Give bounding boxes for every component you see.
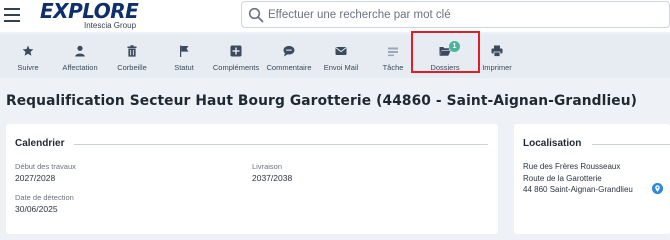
search-icon[interactable] (248, 7, 264, 23)
plus-square-icon (230, 45, 242, 57)
calendar-card: Calendrier Début des travaux 2027/2028 L… (6, 124, 498, 234)
assignment-button[interactable]: Affectation (56, 34, 104, 78)
delivery-value: 2037/2038 (252, 173, 293, 183)
trash-button[interactable]: Corbeille (111, 34, 153, 78)
action-toolbar: Suivre Affectation Corbeille Statut Comp… (0, 34, 670, 78)
status-button[interactable]: Statut (166, 34, 202, 78)
follow-button[interactable]: Suivre (10, 34, 46, 78)
folders-highlight-box (411, 31, 480, 73)
page-title: Requalification Secteur Haut Bourg Garot… (6, 93, 638, 109)
star-icon (22, 45, 34, 56)
comment-button[interactable]: Commentaire (264, 34, 314, 78)
trash-label: Corbeille (117, 63, 147, 72)
hamburger-menu-icon[interactable] (4, 8, 20, 22)
flag-icon (180, 45, 189, 57)
logo[interactable]: EXPLORE Intescia Group (38, 0, 154, 31)
print-label: Imprimer (482, 63, 512, 72)
calendar-heading: Calendrier (15, 138, 65, 149)
search-input[interactable] (268, 6, 658, 24)
location-divider (592, 144, 670, 145)
location-card: Localisation Rue des Frères Rousseaux Ro… (514, 124, 670, 234)
detection-date-value: 30/06/2025 (15, 204, 58, 214)
envelope-icon (335, 47, 347, 55)
location-heading: Localisation (523, 138, 582, 149)
start-date-value: 2027/2028 (15, 173, 56, 183)
address-line-2: Route de la Garotterie (523, 174, 602, 183)
detection-date-label: Date de détection (15, 193, 74, 202)
print-button[interactable]: Imprimer (478, 34, 516, 78)
address-line-1: Rue des Frères Rousseaux (523, 162, 621, 171)
printer-icon (491, 45, 503, 57)
logo-subtext: Intescia Group (84, 21, 137, 30)
complements-button[interactable]: Compléments (212, 34, 260, 78)
top-bar: EXPLORE Intescia Group (0, 0, 670, 32)
start-date-label: Début des travaux (15, 162, 76, 171)
comment-icon (283, 45, 295, 57)
comment-label: Commentaire (266, 63, 312, 72)
user-icon (75, 45, 85, 57)
send-mail-button[interactable]: Envoi Mail (320, 34, 362, 78)
search-box[interactable] (241, 1, 670, 28)
send-mail-label: Envoi Mail (323, 63, 359, 72)
task-label: Tâche (382, 63, 404, 72)
complements-label: Compléments (212, 63, 260, 72)
calendar-divider (74, 144, 488, 145)
delivery-label: Livraison (252, 162, 283, 171)
logo-text: EXPLORE (40, 0, 139, 23)
follow-label: Suivre (17, 63, 39, 72)
task-button[interactable]: Tâche (376, 34, 410, 78)
assignment-label: Affectation (62, 63, 98, 72)
task-icon (388, 47, 398, 57)
address-line-3: 44 860 Saint-Aignan-Grandlieu (523, 185, 633, 194)
map-pin-icon[interactable] (652, 183, 663, 194)
trash-icon (127, 45, 137, 57)
status-label: Statut (174, 63, 194, 72)
